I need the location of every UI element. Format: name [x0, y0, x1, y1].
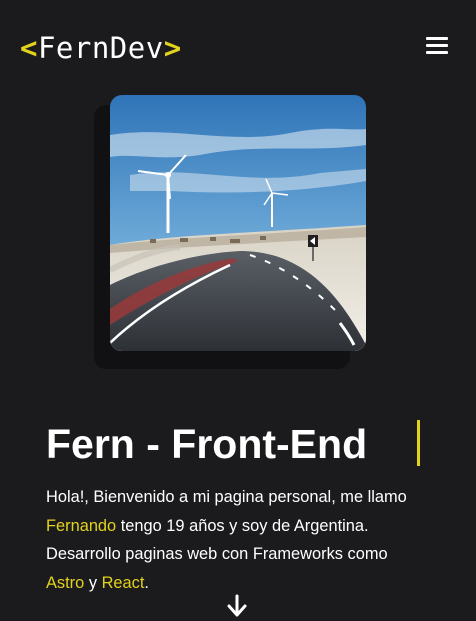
profile-photo-frame — [94, 95, 366, 371]
intro-text-part: Hola!, Bienvenido a mi pagina personal, … — [46, 488, 407, 506]
menu-line — [426, 51, 448, 54]
typing-cursor — [417, 420, 420, 466]
intro-text-part: . — [144, 574, 149, 593]
logo-close-bracket: > — [163, 31, 182, 65]
profile-photo — [110, 95, 366, 351]
site-header: <FernDev> — [0, 0, 476, 96]
highlight-name: Fernando — [46, 516, 117, 535]
highlight-framework: React — [101, 574, 145, 593]
hero-title: Fern - Front-End — [46, 421, 368, 467]
arrow-down-icon[interactable] — [227, 594, 247, 618]
intro-text-part: y — [84, 574, 102, 593]
landscape-road-wind-turbines-photo — [110, 95, 366, 351]
hamburger-menu-icon[interactable] — [426, 36, 448, 56]
intro-text: Hola!, Bienvenido a mi pagina personal, … — [46, 483, 416, 598]
logo-open-bracket: < — [20, 31, 38, 65]
menu-line — [426, 44, 448, 47]
logo[interactable]: <FernDev> — [20, 30, 182, 66]
logo-name: FernDev — [37, 31, 164, 65]
highlight-framework: Astro — [46, 574, 85, 593]
menu-line — [426, 37, 448, 40]
